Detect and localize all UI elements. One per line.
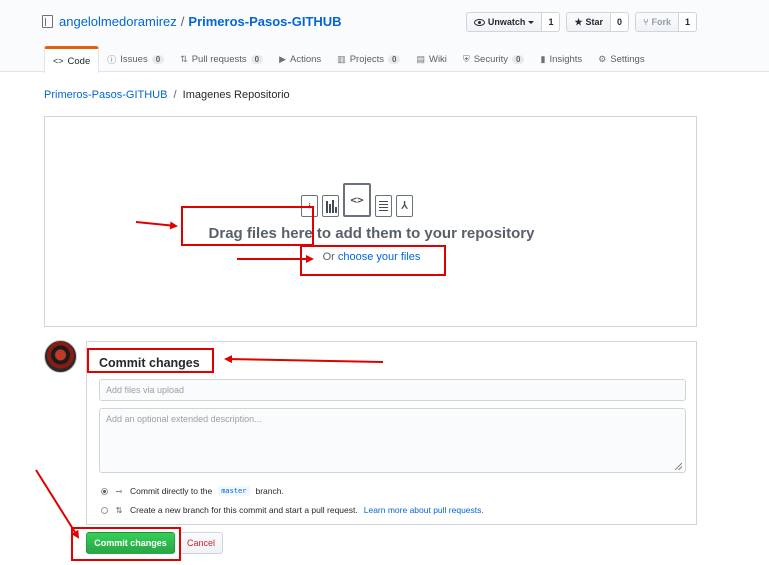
commit-direct-radio[interactable] <box>101 487 108 495</box>
tab-label: Issues <box>120 53 148 65</box>
tab-counter: 0 <box>151 54 165 64</box>
new-branch-option[interactable]: ⇅ Create a new branch for this commit an… <box>101 505 484 515</box>
file-dropzone[interactable]: ⁝ <> ⅄ Drag files here to add them to yo… <box>44 116 697 327</box>
repo-nav: <> Code ⓘ Issues 0 ⇅ Pull requests 0 ▶ A… <box>44 46 653 73</box>
tab-insights[interactable]: ▮ Insights <box>532 46 590 72</box>
star-icon: ★ <box>574 16 583 27</box>
code-file-icon: <> <box>343 183 371 217</box>
tab-wiki[interactable]: ▤ Wiki <box>408 46 454 72</box>
unwatch-label: Unwatch <box>487 17 526 27</box>
watch-group: Unwatch 1 <box>465 12 561 32</box>
tab-label: Insights <box>549 53 583 65</box>
gear-icon: ⚙ <box>598 53 607 64</box>
fork-icon: ⑂ <box>643 17 649 27</box>
repo-owner-link[interactable]: angelolmedoramirez <box>59 14 177 29</box>
tab-code[interactable]: <> Code <box>44 46 100 73</box>
breadcrumb-folder: Imagenes Repositorio <box>182 89 290 101</box>
annotation-box-commit-title <box>87 348 214 373</box>
tab-label: Actions <box>290 53 322 65</box>
resize-handle-icon[interactable] <box>675 463 682 470</box>
repo-header: angelolmedoramirez / Primeros-Pasos-GITH… <box>0 0 769 73</box>
project-icon: ▥ <box>337 53 346 64</box>
text-file-icon <box>375 195 392 217</box>
github-upload-page: angelolmedoramirez / Primeros-Pasos-GITH… <box>0 0 769 565</box>
caret-down-icon <box>528 20 535 24</box>
star-label: Star <box>585 17 604 27</box>
cancel-button[interactable]: Cancel <box>179 532 223 554</box>
code-icon: <> <box>53 56 64 66</box>
repo-name-link[interactable]: Primeros-Pasos-GITHUB <box>188 14 341 29</box>
tab-security[interactable]: ⛨ Security 0 <box>455 46 533 72</box>
tab-counter: 0 <box>388 54 401 64</box>
commit-direct-suffix: branch. <box>255 486 284 496</box>
pagehead-actions: Unwatch 1 ★ Star 0 ⑂ Fork 1 <box>465 12 697 32</box>
file-type-icons: ⁝ <> ⅄ <box>301 183 413 217</box>
commit-direct-option[interactable]: ⊸ Commit directly to the master branch. <box>101 486 284 496</box>
repo-icon <box>42 15 53 28</box>
tab-counter: 0 <box>512 54 525 64</box>
annotation-box-choose <box>300 245 446 276</box>
tab-pull-requests[interactable]: ⇅ Pull requests 0 <box>172 46 271 72</box>
tab-label: Pull requests <box>191 53 247 65</box>
pull-request-icon: ⇅ <box>115 505 123 515</box>
commit-description-field[interactable] <box>99 408 686 473</box>
tab-settings[interactable]: ⚙ Settings <box>590 46 652 72</box>
fork-label: Fork <box>651 17 671 27</box>
learn-more-link[interactable]: Learn more about pull requests. <box>364 505 484 515</box>
tab-label: Wiki <box>428 53 447 65</box>
book-icon: ▤ <box>416 53 425 64</box>
eye-icon <box>473 18 485 26</box>
commit-summary-input[interactable] <box>99 379 686 401</box>
commit-direct-prefix: Commit directly to the <box>130 486 213 496</box>
avatar <box>44 340 77 373</box>
branch-name: master <box>218 486 250 496</box>
star-group: ★ Star 0 <box>566 12 630 32</box>
breadcrumb: Primeros-Pasos-GITHUB / Imagenes Reposit… <box>44 89 290 101</box>
graph-icon: ▮ <box>540 53 546 64</box>
tab-label: Code <box>67 55 91 67</box>
tab-label: Security <box>473 53 509 65</box>
play-icon: ▶ <box>279 53 287 64</box>
annotation-box-drag <box>181 206 314 246</box>
breadcrumb-separator: / <box>173 89 177 101</box>
repo-title: angelolmedoramirez / Primeros-Pasos-GITH… <box>42 14 342 29</box>
new-branch-text: Create a new branch for this commit and … <box>130 505 358 515</box>
fork-group: ⑂ Fork 1 <box>635 12 697 32</box>
unwatch-button[interactable]: Unwatch <box>465 12 543 32</box>
tab-projects[interactable]: ▥ Projects 0 <box>329 46 408 72</box>
shield-icon: ⛨ <box>462 53 470 64</box>
repo-title-separator: / <box>180 14 185 29</box>
tab-counter: 0 <box>250 54 264 64</box>
chart-file-icon <box>322 195 339 217</box>
watch-count[interactable]: 1 <box>542 12 561 32</box>
annotation-box-commit-button <box>71 527 181 561</box>
tab-issues[interactable]: ⓘ Issues 0 <box>99 46 172 72</box>
pull-request-icon: ⇅ <box>180 53 188 64</box>
commit-icon: ⊸ <box>115 486 123 496</box>
fork-count[interactable]: 1 <box>678 12 697 32</box>
fork-button[interactable]: ⑂ Fork <box>635 12 679 32</box>
tab-label: Projects <box>349 53 385 65</box>
drag-files-text: Drag files here to add them to your repo… <box>208 225 535 242</box>
tab-label: Settings <box>610 53 645 65</box>
star-count[interactable]: 0 <box>611 12 630 32</box>
breadcrumb-repo-link[interactable]: Primeros-Pasos-GITHUB <box>44 89 167 101</box>
star-button[interactable]: ★ Star <box>566 12 612 32</box>
pdf-file-icon: ⅄ <box>396 195 413 217</box>
new-branch-radio[interactable] <box>101 506 108 514</box>
tab-actions[interactable]: ▶ Actions <box>271 46 329 72</box>
issue-icon: ⓘ <box>107 54 117 65</box>
